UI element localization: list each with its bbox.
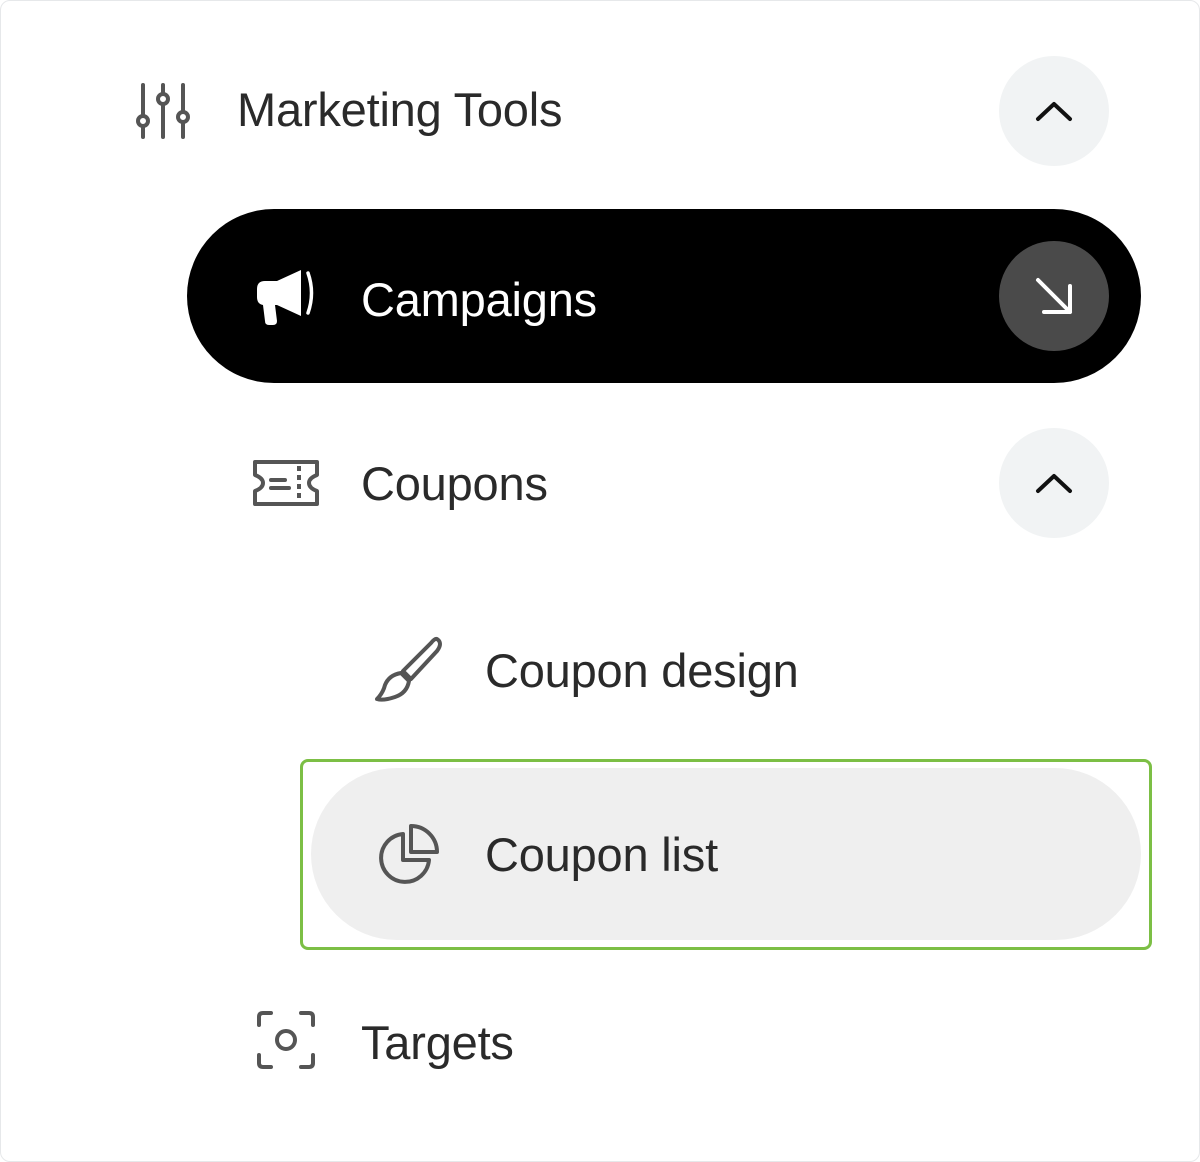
sidebar-panel: Marketing Tools Campaigns Coupons Coupon… [0, 0, 1200, 1162]
menu-item-label: Targets [361, 1016, 514, 1069]
coupons-collapse-button[interactable] [999, 428, 1109, 538]
focus-target-icon [255, 1009, 317, 1071]
submenu-item-coupon-list[interactable]: Coupon list [311, 768, 1141, 940]
arrow-down-right-icon [1030, 272, 1078, 320]
submenu-item-label: Coupon design [485, 644, 799, 697]
open-campaigns-button[interactable] [999, 241, 1109, 351]
pie-chart-icon [377, 822, 441, 886]
chevron-up-icon [1034, 99, 1074, 123]
submenu-item-label: Coupon list [485, 828, 718, 881]
section-collapse-button[interactable] [999, 56, 1109, 166]
menu-item-coupons[interactable]: Coupons [241, 428, 1121, 538]
menu-section-label: Marketing Tools [237, 83, 563, 136]
menu-item-campaigns[interactable]: Campaigns [187, 209, 1141, 383]
menu-item-label: Campaigns [361, 273, 597, 326]
sliders-icon [135, 81, 191, 141]
menu-item-targets[interactable]: Targets [241, 991, 1121, 1091]
chevron-up-icon [1034, 471, 1074, 495]
menu-item-label: Coupons [361, 457, 548, 510]
paintbrush-icon [373, 635, 445, 703]
submenu-item-coupon-design[interactable]: Coupon design [361, 621, 1121, 721]
megaphone-icon [253, 267, 317, 327]
ticket-icon [251, 458, 321, 508]
menu-section-marketing-tools[interactable]: Marketing Tools [121, 56, 1121, 166]
